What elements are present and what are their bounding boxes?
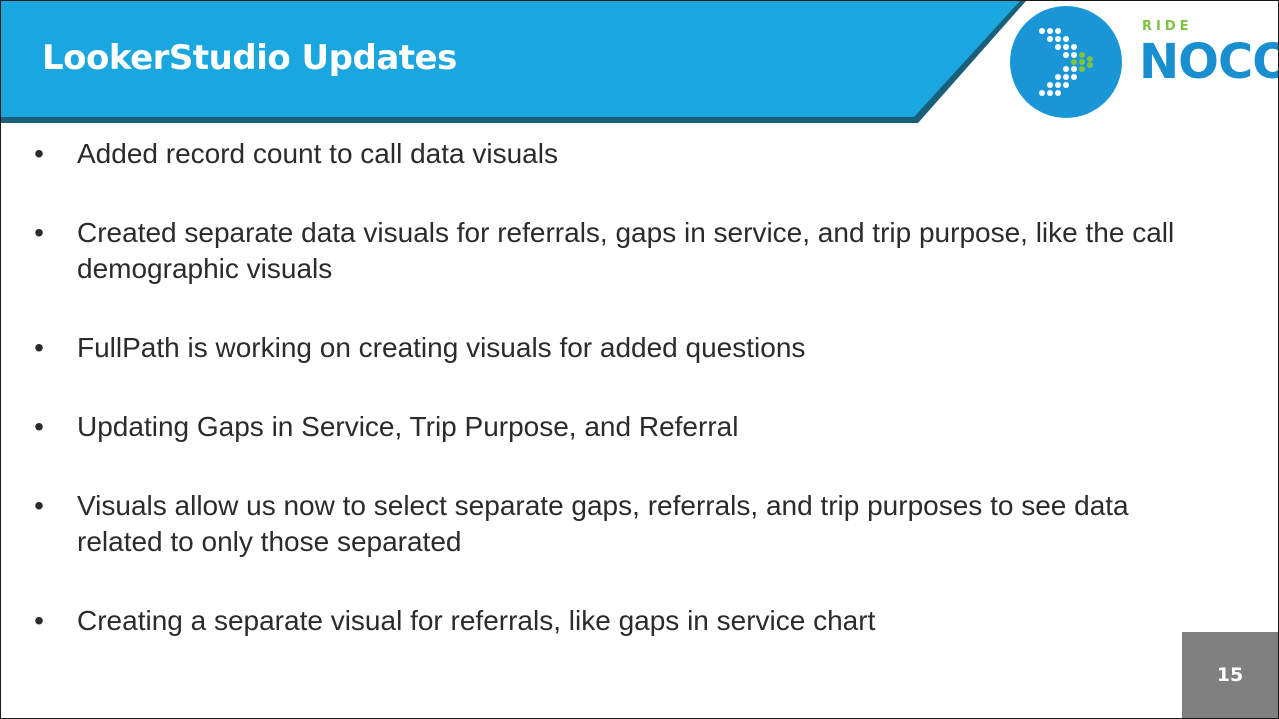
bullet-item: • Updating Gaps in Service, Trip Purpose… <box>29 409 1179 445</box>
page-number: 15 <box>1182 632 1278 718</box>
bullet-text: FullPath is working on creating visuals … <box>77 332 806 363</box>
bullet-item: • Added record count to call data visual… <box>29 136 1179 172</box>
bullet-dot: • <box>34 138 44 169</box>
bullet-text: Visuals allow us now to select separate … <box>77 490 1129 557</box>
logo-noco-text: NOCO <box>1139 34 1279 90</box>
bullet-dot: • <box>34 411 44 442</box>
ride-noco-logo: RIDE NOCO <box>1006 1 1278 123</box>
bullet-text: Updating Gaps in Service, Trip Purpose, … <box>77 411 739 442</box>
bullet-dot: • <box>34 490 44 521</box>
bullet-text: Creating a separate visual for referrals… <box>77 605 876 636</box>
bullet-text: Added record count to call data visuals <box>77 138 558 169</box>
bullet-item: • FullPath is working on creating visual… <box>29 330 1179 366</box>
slide-title: LookerStudio Updates <box>42 38 457 78</box>
bullet-list: • Added record count to call data visual… <box>29 136 1179 682</box>
bullet-dot: • <box>34 217 44 248</box>
bullet-item: • Creating a separate visual for referra… <box>29 603 1179 639</box>
logo-arrow-icon <box>1010 6 1122 118</box>
bullet-dot: • <box>34 605 44 636</box>
bullet-text: Created separate data visuals for referr… <box>77 217 1175 284</box>
logo-ride-text: RIDE <box>1142 19 1193 34</box>
bullet-dot: • <box>34 332 44 363</box>
slide: LookerStudio Updates RIDE NOCO • Added r… <box>0 0 1279 719</box>
bullet-item: • Visuals allow us now to select separat… <box>29 488 1179 560</box>
bullet-item: • Created separate data visuals for refe… <box>29 215 1179 287</box>
